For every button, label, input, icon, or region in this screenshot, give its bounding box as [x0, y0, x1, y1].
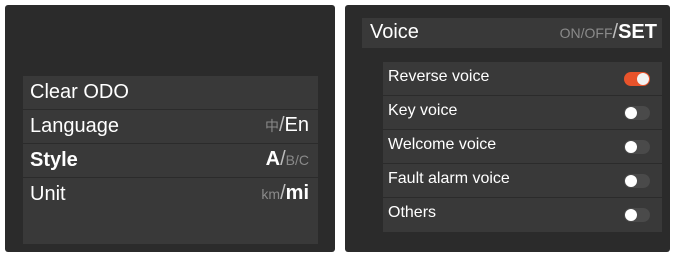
- voice-header[interactable]: Voice ON/OFF/SET: [362, 18, 662, 48]
- voice-item-key[interactable]: Key voice: [383, 96, 662, 130]
- menu-item-style[interactable]: Style A/B/C: [23, 144, 318, 178]
- toggle-knob: [625, 141, 637, 153]
- reverse-voice-toggle[interactable]: [624, 72, 650, 86]
- voice-title: Voice: [370, 21, 419, 43]
- language-option-english[interactable]: En: [285, 114, 309, 136]
- unit-options: km/mi: [261, 182, 309, 205]
- voice-item-reverse[interactable]: Reverse voice: [383, 62, 662, 96]
- menu-item-label: Style: [30, 149, 78, 171]
- style-option-bc[interactable]: B/C: [286, 152, 309, 168]
- voice-settings-panel: Voice ON/OFF/SET Reverse voice Key voice…: [345, 5, 670, 252]
- language-options: 中/En: [265, 114, 309, 137]
- toggle-knob: [625, 107, 637, 119]
- language-option-chinese[interactable]: 中: [265, 118, 279, 134]
- menu-item-label: Unit: [30, 183, 66, 205]
- voice-option-on-off[interactable]: ON/OFF: [560, 25, 613, 41]
- style-option-a[interactable]: A: [266, 148, 280, 170]
- others-voice-toggle[interactable]: [624, 208, 650, 222]
- fault-alarm-voice-toggle[interactable]: [624, 174, 650, 188]
- unit-option-km[interactable]: km: [261, 186, 280, 202]
- menu-item-unit[interactable]: Unit km/mi: [23, 178, 318, 211]
- menu-item-label: Clear ODO: [30, 81, 129, 103]
- welcome-voice-toggle[interactable]: [624, 140, 650, 154]
- menu-item-clear-odo[interactable]: Clear ODO: [23, 76, 318, 110]
- voice-mode-options: ON/OFF/SET: [560, 21, 657, 44]
- menu-item-language[interactable]: Language 中/En: [23, 110, 318, 144]
- style-options: A/B/C: [266, 148, 309, 171]
- menu-item-label: Language: [30, 115, 119, 137]
- voice-item-fault-alarm[interactable]: Fault alarm voice: [383, 164, 662, 198]
- voice-item-label: Others: [388, 204, 437, 221]
- settings-panel-left: Clear ODO Language 中/En Style A/B/C Unit…: [5, 5, 335, 252]
- unit-option-mi[interactable]: mi: [286, 182, 309, 204]
- voice-item-label: Reverse voice: [388, 68, 490, 85]
- voice-item-label: Welcome voice: [388, 136, 497, 153]
- voice-option-set[interactable]: SET: [618, 21, 657, 43]
- toggle-knob: [625, 209, 637, 221]
- settings-menu: Clear ODO Language 中/En Style A/B/C Unit…: [23, 76, 318, 244]
- voice-item-welcome[interactable]: Welcome voice: [383, 130, 662, 164]
- voice-item-label: Fault alarm voice: [388, 170, 510, 187]
- key-voice-toggle[interactable]: [624, 106, 650, 120]
- toggle-knob: [625, 175, 637, 187]
- voice-list: Reverse voice Key voice Welcome voice Fa…: [383, 62, 662, 232]
- toggle-knob: [637, 73, 649, 85]
- voice-item-label: Key voice: [388, 102, 458, 119]
- voice-item-others[interactable]: Others: [383, 198, 662, 231]
